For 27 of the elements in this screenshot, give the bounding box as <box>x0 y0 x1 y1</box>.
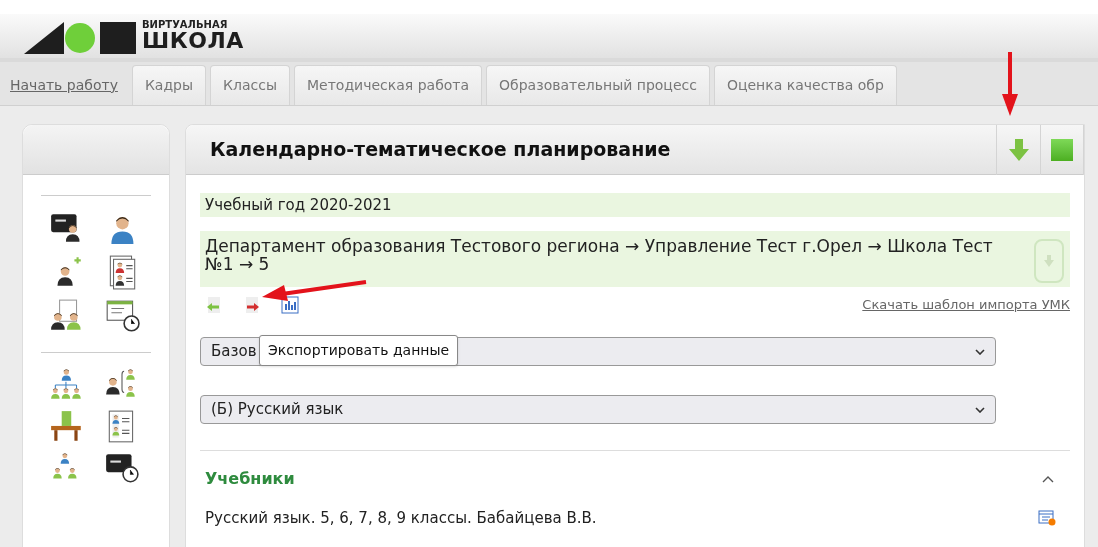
chart-icon[interactable] <box>281 296 299 314</box>
textbook-title: Русский язык. 5, 6, 7, 8, 9 классы. Бабайцева В.В. <box>205 508 598 529</box>
nav-tab[interactable]: Кадры <box>131 65 207 105</box>
section-title: Учебники <box>205 468 296 490</box>
nav-link[interactable]: Начать работу <box>6 65 122 105</box>
logo-title: ШКОЛА <box>142 30 244 52</box>
select-field[interactable]: (Б) Русский язык <box>200 395 996 424</box>
template-link[interactable]: Скачать шаблон импорта УМК <box>862 295 1070 315</box>
panel-title: Календарно-тематическое планирование <box>210 137 672 163</box>
square-icon <box>1051 138 1073 161</box>
download-arrow-icon <box>1044 255 1054 267</box>
tooltip: Экспортировать данные <box>259 335 459 366</box>
org-path: Департамент образования Тестового региона → Управление Тест г.Орел → Школа Тест №1 → 5 <box>205 237 994 273</box>
school-year-bar: Учебный год 2020-2021 <box>200 193 1070 217</box>
chevron-up-icon[interactable] <box>1042 475 1054 483</box>
annotation-arrow <box>1000 52 1020 116</box>
download-arrow-icon <box>1008 138 1029 161</box>
export-icon[interactable] <box>243 296 261 314</box>
chevron-down-icon <box>975 348 985 355</box>
table-settings-icon[interactable] <box>1038 510 1056 527</box>
logo-subtitle: ВИРТУАЛЬНАЯ <box>142 20 229 30</box>
nav-tab[interactable]: Методическая работа <box>294 65 483 105</box>
nav-tab[interactable]: Образовательный процесс <box>486 65 710 105</box>
chevron-down-icon <box>975 406 985 413</box>
nav-tab[interactable]: Оценка качества обр <box>713 65 897 105</box>
nav-tab[interactable]: Классы <box>210 65 290 105</box>
presentation-clock-icon[interactable] <box>104 298 140 334</box>
